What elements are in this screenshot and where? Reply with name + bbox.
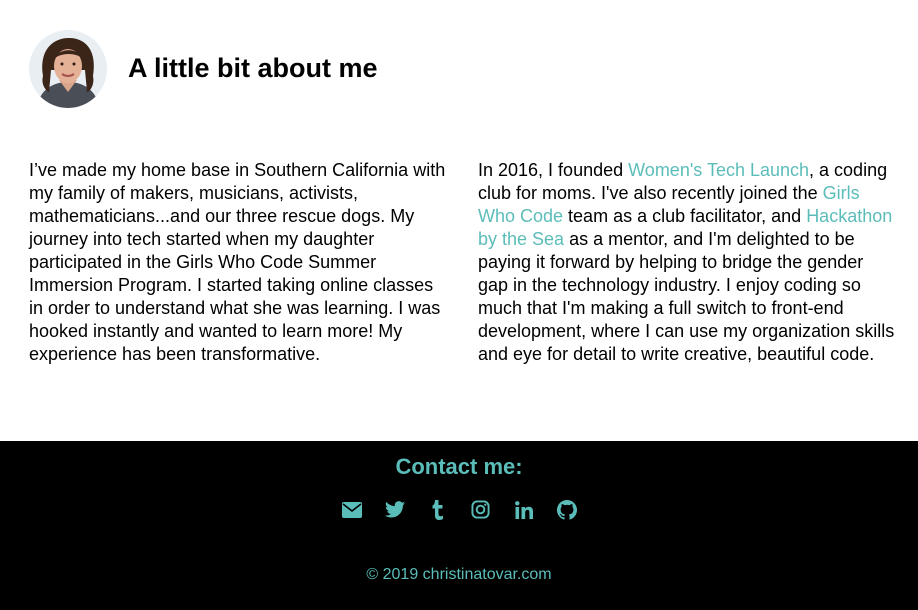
about-text-3: team as a club facilitator, and xyxy=(563,206,807,226)
copyright[interactable]: © 2019 christinatovar.com xyxy=(0,565,918,585)
about-right-paragraph: In 2016, I founded Women's Tech Launch, … xyxy=(478,159,898,366)
footer: Contact me: © 2019 christinatovar.com xyxy=(0,441,918,610)
about-text-1: In 2016, I founded xyxy=(478,160,629,180)
header: A little bit about me xyxy=(0,0,918,140)
instagram-icon[interactable] xyxy=(470,499,491,520)
avatar xyxy=(29,30,107,108)
contact-title: Contact me: xyxy=(395,454,523,479)
linkedin-icon[interactable] xyxy=(513,499,534,520)
envelope-icon[interactable] xyxy=(341,499,362,520)
social-icons xyxy=(0,499,918,520)
womens-tech-launch-link[interactable]: Women's Tech Launch xyxy=(628,160,809,180)
page-title: A little bit about me xyxy=(128,53,378,83)
github-icon[interactable] xyxy=(556,499,577,520)
twitter-icon[interactable] xyxy=(384,499,405,520)
about-left-paragraph: I’ve made my home base in Southern Calif… xyxy=(29,160,446,364)
tumblr-icon[interactable] xyxy=(427,499,448,520)
about-text-4: as a mentor, and I'm delighted to be pay… xyxy=(478,229,895,364)
